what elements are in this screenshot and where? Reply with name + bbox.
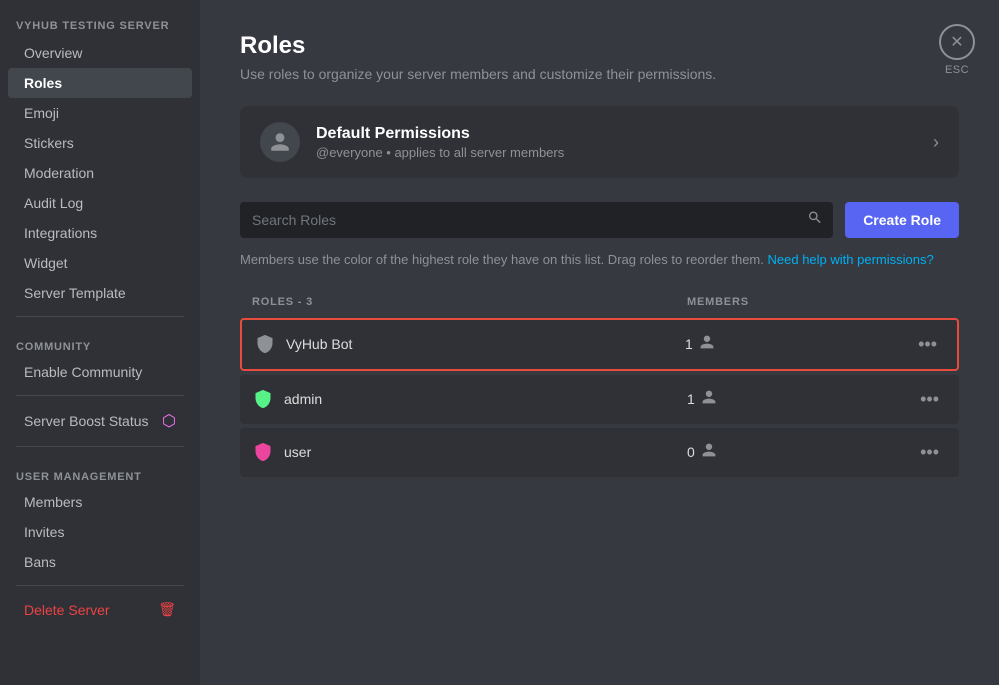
esc-circle: ✕ (939, 24, 975, 60)
role-name-cell-admin: admin (252, 388, 687, 410)
role-name-vyhub-bot: VyHub Bot (286, 336, 352, 352)
esc-label: ESC (945, 64, 969, 76)
esc-button[interactable]: ✕ ESC (939, 24, 975, 76)
sidebar-item-widget[interactable]: Widget (8, 248, 192, 278)
chevron-right-icon: › (933, 132, 939, 153)
page-title: Roles (240, 32, 959, 60)
divider-user-management (16, 446, 184, 447)
role-row-user[interactable]: user 0 ••• (240, 428, 959, 477)
help-link[interactable]: Need help with permissions? (768, 252, 934, 267)
sidebar-item-delete-server[interactable]: Delete Server 🗑 (8, 594, 192, 625)
role-row-vyhub-bot[interactable]: VyHub Bot 1 ••• (240, 318, 959, 371)
more-options-admin[interactable]: ••• (887, 385, 947, 414)
default-perms-left: Default Permissions @everyone • applies … (260, 122, 564, 162)
role-members-vyhub-bot: 1 (685, 334, 885, 354)
sidebar-item-integrations[interactable]: Integrations (8, 218, 192, 248)
member-icon-vyhub (699, 334, 715, 354)
role-row-admin[interactable]: admin 1 ••• (240, 375, 959, 424)
trash-icon: 🗑 (158, 601, 176, 618)
default-perms-subtitle: @everyone • applies to all server member… (316, 145, 564, 160)
close-icon: ✕ (950, 32, 963, 52)
search-row: Create Role (240, 202, 959, 238)
user-management-section-label: USER MANAGEMENT (0, 455, 200, 487)
boost-icon: ⬡ (162, 411, 176, 431)
member-icon-admin (701, 389, 717, 409)
default-perms-title: Default Permissions (316, 125, 564, 143)
sidebar-item-bans[interactable]: Bans (8, 547, 192, 577)
divider-community (16, 316, 184, 317)
roles-count-label: ROLES - 3 (252, 296, 687, 308)
sidebar-item-audit-log[interactable]: Audit Log (8, 188, 192, 218)
role-name-user: user (284, 444, 311, 460)
sidebar-item-server-template[interactable]: Server Template (8, 278, 192, 308)
sidebar-item-members[interactable]: Members (8, 487, 192, 517)
search-icon (807, 210, 823, 231)
sidebar-item-moderation[interactable]: Moderation (8, 158, 192, 188)
sidebar-item-roles[interactable]: Roles (8, 68, 192, 98)
role-name-cell-user: user (252, 441, 687, 463)
more-options-user[interactable]: ••• (887, 438, 947, 467)
search-wrapper (240, 202, 833, 238)
default-permissions-card[interactable]: Default Permissions @everyone • applies … (240, 106, 959, 178)
sidebar-item-emoji[interactable]: Emoji (8, 98, 192, 128)
divider-delete (16, 585, 184, 586)
main-content: ✕ ESC Roles Use roles to organize your s… (200, 0, 999, 685)
role-name-admin: admin (284, 391, 322, 407)
role-members-user: 0 (687, 442, 887, 462)
role-name-cell: VyHub Bot (254, 333, 685, 355)
more-options-vyhub-bot[interactable]: ••• (885, 330, 945, 359)
everyone-avatar (260, 122, 300, 162)
shield-icon-admin (252, 388, 274, 410)
shield-icon-user (252, 441, 274, 463)
sidebar-item-overview[interactable]: Overview (8, 38, 192, 68)
divider-boost (16, 395, 184, 396)
role-members-admin: 1 (687, 389, 887, 409)
members-col-label: MEMBERS (687, 296, 887, 308)
help-text: Members use the color of the highest rol… (240, 250, 959, 270)
create-role-button[interactable]: Create Role (845, 202, 959, 238)
member-icon-user (701, 442, 717, 462)
sidebar-item-stickers[interactable]: Stickers (8, 128, 192, 158)
community-section-label: COMMUNITY (0, 325, 200, 357)
default-perms-text: Default Permissions @everyone • applies … (316, 125, 564, 160)
server-name: VYHUB TESTING SERVER (0, 12, 200, 38)
sidebar: VYHUB TESTING SERVER Overview Roles Emoj… (0, 0, 200, 685)
sidebar-item-server-boost[interactable]: Server Boost Status ⬡ (8, 404, 192, 438)
roles-table-header: ROLES - 3 MEMBERS (240, 290, 959, 314)
sidebar-item-enable-community[interactable]: Enable Community (8, 357, 192, 387)
shield-icon-vyhub (254, 333, 276, 355)
page-subtitle: Use roles to organize your server member… (240, 66, 959, 82)
sidebar-item-invites[interactable]: Invites (8, 517, 192, 547)
search-input[interactable] (240, 202, 833, 238)
